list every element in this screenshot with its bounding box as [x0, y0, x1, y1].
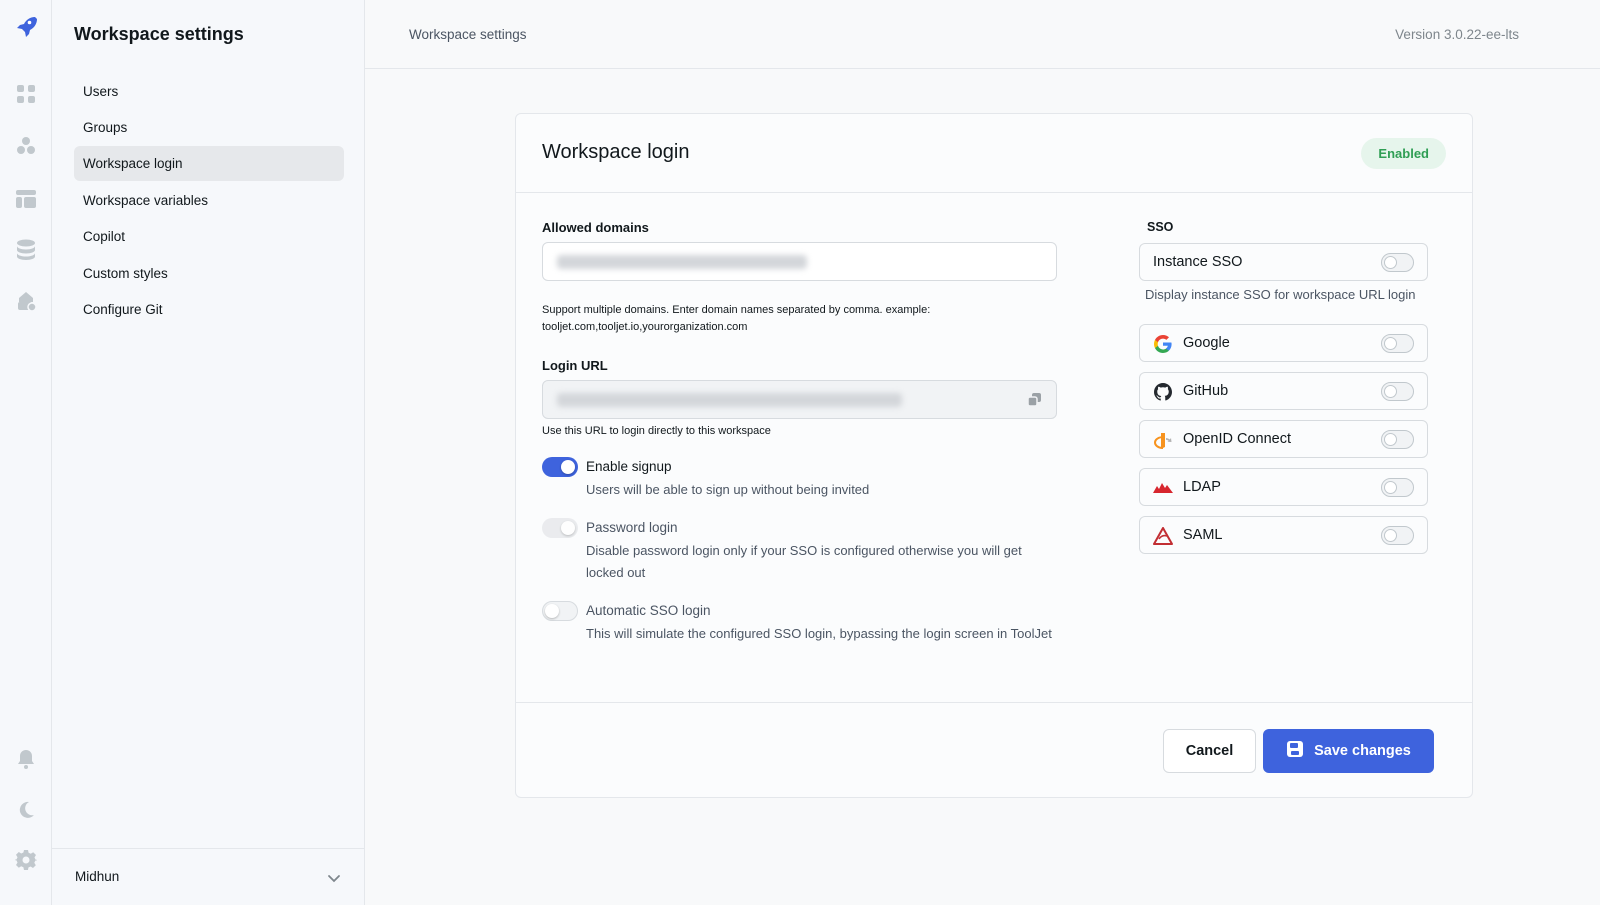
database-icon[interactable]: [13, 237, 39, 263]
workflows-icon[interactable]: [13, 133, 39, 159]
sidebar-item-groups[interactable]: Groups: [74, 110, 344, 145]
save-changes-button[interactable]: Save changes: [1263, 729, 1434, 773]
login-url-help: Use this URL to login directly to this w…: [542, 425, 771, 437]
enable-signup-desc: Users will be able to sign up without be…: [586, 482, 870, 497]
saml-toggle[interactable]: [1381, 526, 1414, 545]
tooljet-logo-icon[interactable]: [13, 13, 39, 39]
sso-row-ldap[interactable]: LDAP: [1139, 468, 1428, 506]
card-header: Workspace login Enabled: [516, 114, 1472, 193]
sso-row-openid[interactable]: OpenID Connect: [1139, 420, 1428, 458]
sidebar-item-workspace-login[interactable]: Workspace login: [74, 146, 344, 181]
sso-row-saml[interactable]: SAML: [1139, 516, 1428, 554]
sidebar-item-users[interactable]: Users: [74, 74, 344, 109]
saml-icon: [1153, 526, 1173, 546]
blurred-url-value: [557, 393, 902, 407]
card-footer: Cancel Save changes: [516, 702, 1472, 797]
github-toggle[interactable]: [1381, 382, 1414, 401]
sidebar-item-copilot[interactable]: Copilot: [74, 219, 344, 254]
instance-sso-help: Display instance SSO for workspace URL l…: [1145, 287, 1416, 302]
table-icon[interactable]: [13, 186, 39, 212]
github-icon: [1153, 382, 1173, 402]
enable-signup-toggle[interactable]: [542, 457, 578, 477]
card-title: Workspace login: [542, 141, 690, 163]
sso-heading: SSO: [1147, 220, 1174, 234]
allowed-domains-help-line1: Support multiple domains. Enter domain n…: [542, 304, 931, 316]
automatic-sso-desc: This will simulate the configured SSO lo…: [586, 626, 1052, 641]
save-changes-label: Save changes: [1314, 743, 1411, 759]
apps-grid-icon[interactable]: [13, 81, 39, 107]
workspace-login-card: Workspace login Enabled Allowed domains …: [515, 113, 1473, 798]
version-label: Version 3.0.22-ee-lts: [1395, 27, 1519, 42]
floppy-disk-icon: [1286, 740, 1304, 762]
login-url-label: Login URL: [542, 358, 608, 373]
enable-signup-title: Enable signup: [586, 459, 672, 474]
google-toggle[interactable]: [1381, 334, 1414, 353]
settings-sidebar: Workspace settings Users Groups Workspac…: [52, 0, 365, 905]
sso-label-google: Google: [1183, 335, 1230, 351]
sidebar-item-workspace-variables[interactable]: Workspace variables: [74, 183, 344, 218]
instance-sso-toggle[interactable]: [1381, 253, 1414, 272]
allowed-domains-input[interactable]: [542, 242, 1057, 281]
password-login-desc: Disable password login only if your SSO …: [586, 543, 1022, 580]
sso-label-saml: SAML: [1183, 527, 1223, 543]
top-bar: Workspace settings Version 3.0.22-ee-lts: [365, 0, 1600, 69]
allowed-domains-help-line2: tooljet.com,tooljet.io,yourorganization.…: [542, 321, 748, 333]
cancel-button[interactable]: Cancel: [1163, 729, 1256, 773]
openid-icon: [1153, 430, 1173, 450]
breadcrumb: Workspace settings: [409, 27, 527, 42]
status-badge: Enabled: [1361, 138, 1446, 169]
bell-icon[interactable]: [13, 746, 39, 772]
user-menu[interactable]: Midhun: [52, 848, 365, 905]
password-login-title: Password login: [586, 520, 678, 535]
moon-icon[interactable]: [13, 797, 39, 823]
ldap-toggle[interactable]: [1381, 478, 1414, 497]
google-icon: [1153, 334, 1173, 354]
gear-icon[interactable]: [13, 847, 39, 873]
sso-label-github: GitHub: [1183, 383, 1229, 399]
main-content: Workspace settings Version 3.0.22-ee-lts…: [365, 0, 1600, 905]
allowed-domains-label: Allowed domains: [542, 220, 649, 235]
allowed-domains-help: Support multiple domains. Enter domain n…: [542, 302, 930, 336]
blurred-domain-value: [557, 255, 807, 269]
login-url-input[interactable]: [542, 380, 1057, 419]
copy-icon[interactable]: [1027, 392, 1042, 412]
sso-row-github[interactable]: GitHub: [1139, 372, 1428, 410]
ldap-icon: [1153, 478, 1173, 498]
sso-label-openid: OpenID Connect: [1183, 431, 1292, 447]
sidebar-item-configure-git[interactable]: Configure Git: [74, 292, 344, 327]
sidebar-item-custom-styles[interactable]: Custom styles: [74, 256, 344, 291]
automatic-sso-title: Automatic SSO login: [586, 603, 711, 618]
sidebar-title: Workspace settings: [74, 24, 244, 44]
openid-toggle[interactable]: [1381, 430, 1414, 449]
password-login-toggle[interactable]: [542, 518, 578, 538]
chevron-down-icon[interactable]: [327, 871, 341, 889]
sso-label-ldap: LDAP: [1183, 479, 1221, 495]
user-name: Midhun: [75, 869, 120, 884]
icon-rail: [0, 0, 52, 905]
automatic-sso-toggle[interactable]: [542, 601, 578, 621]
instance-sso-label: Instance SSO: [1153, 254, 1243, 270]
marketplace-icon[interactable]: [13, 288, 39, 314]
sso-row-google[interactable]: Google: [1139, 324, 1428, 362]
instance-sso-row[interactable]: Instance SSO: [1139, 243, 1428, 281]
